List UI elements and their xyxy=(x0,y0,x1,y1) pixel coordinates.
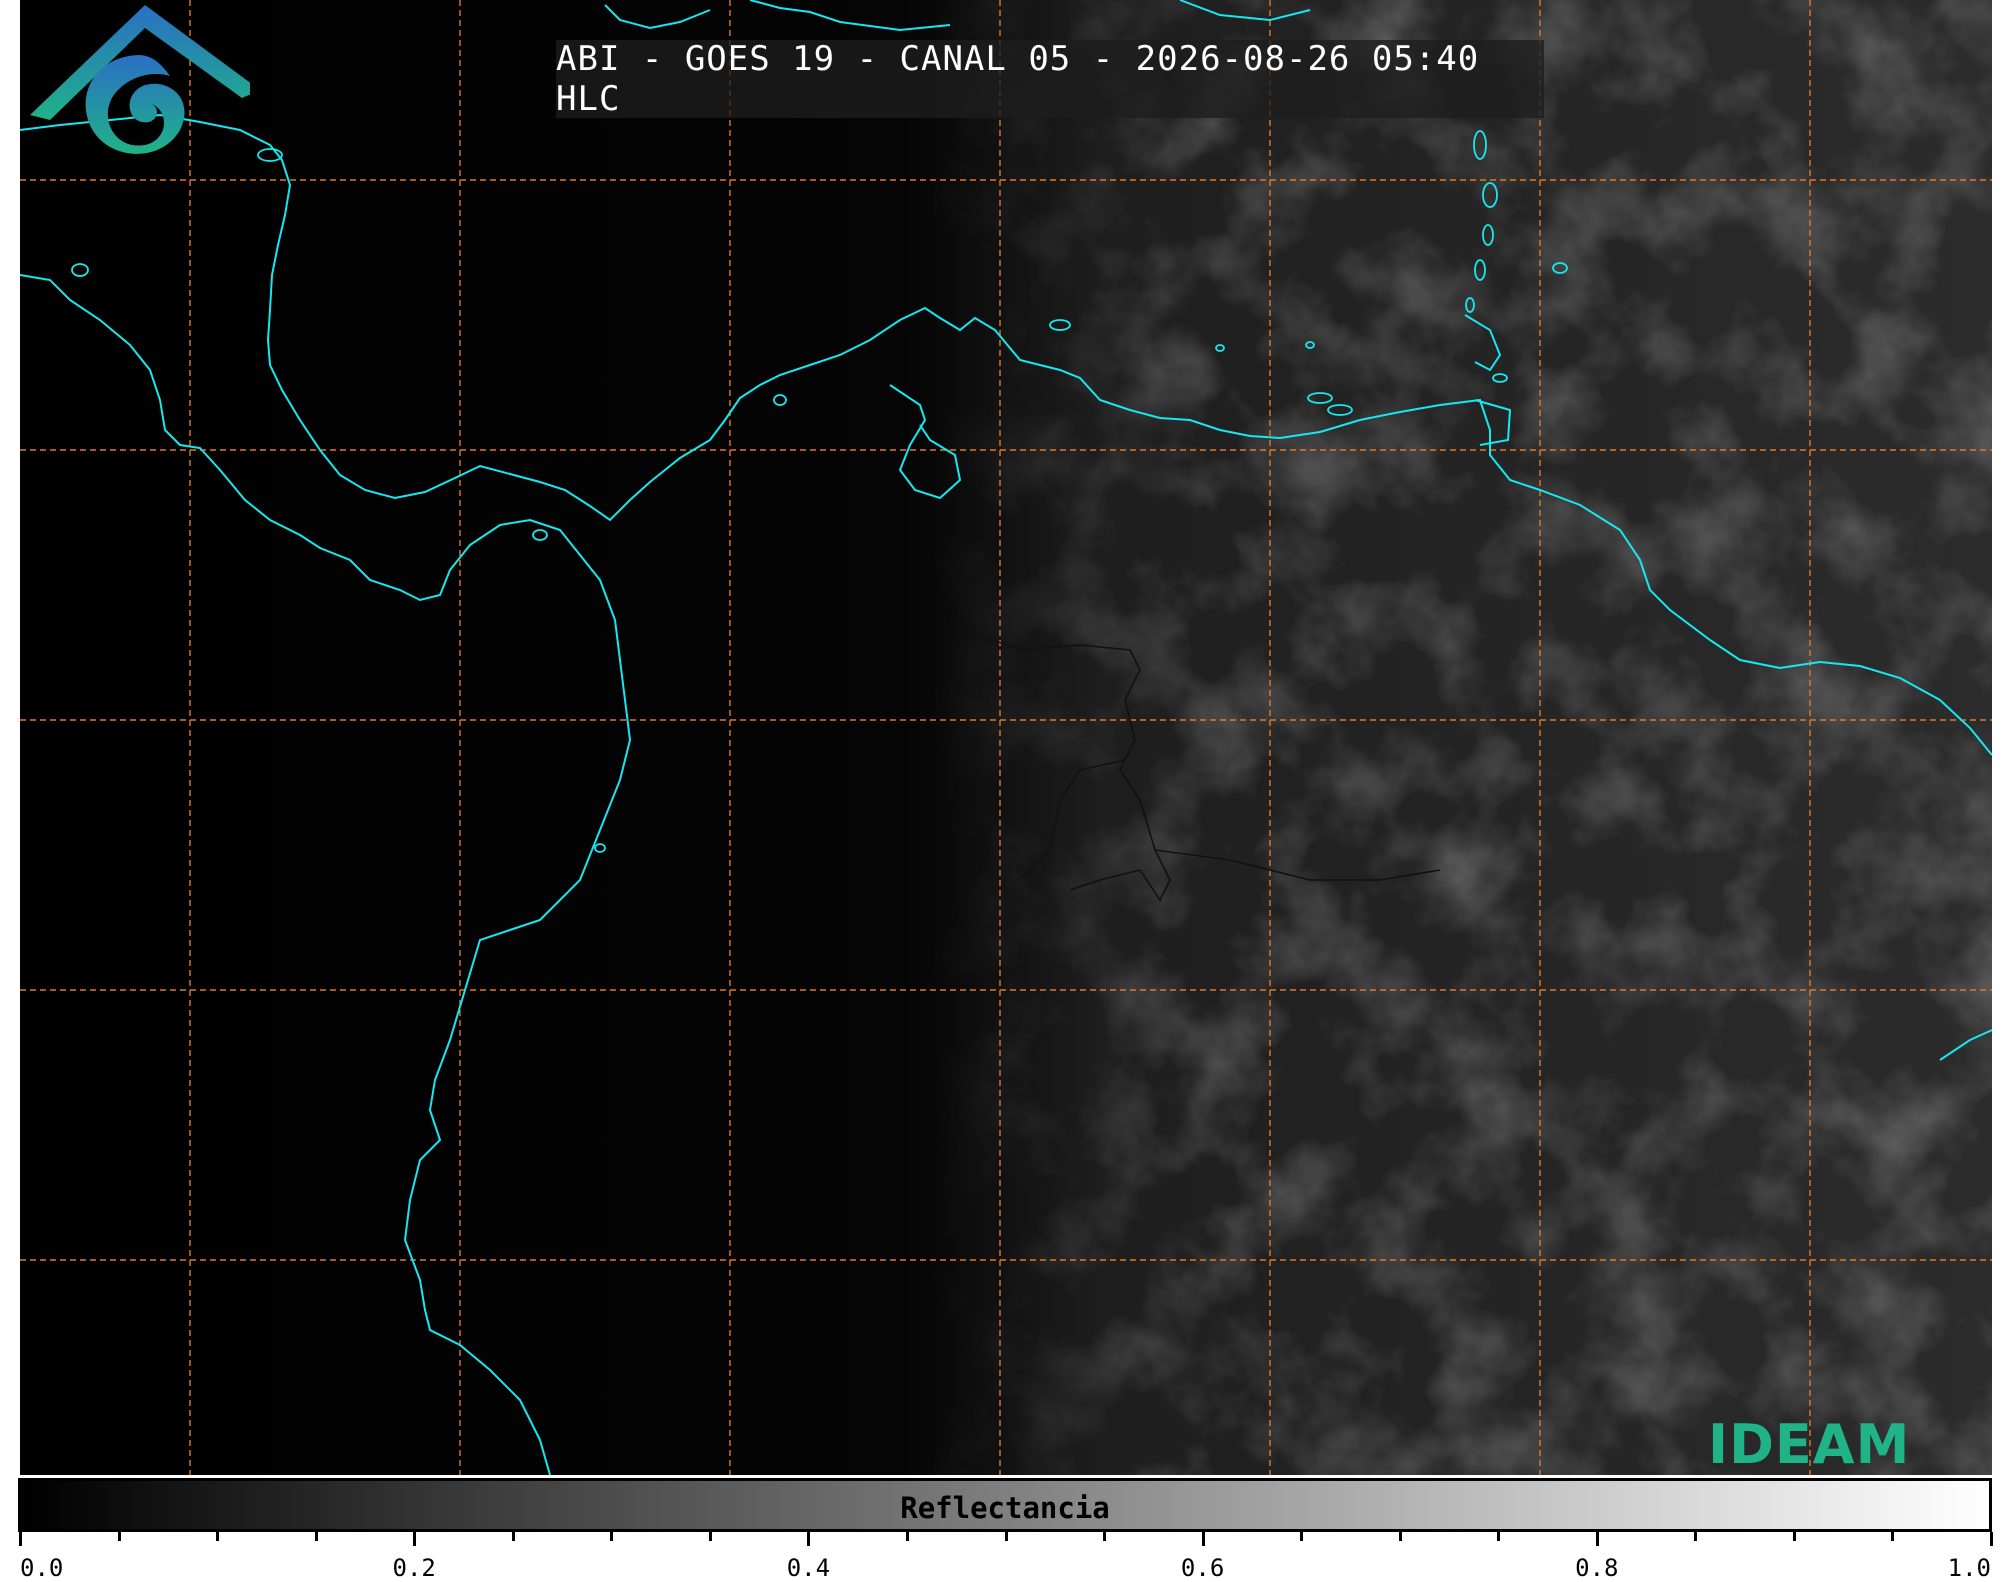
colorbar-tick xyxy=(807,1532,811,1546)
ideam-logo-text: IDEAM xyxy=(1708,1413,1911,1475)
cloud-texture xyxy=(20,0,1992,1475)
colorbar-tick xyxy=(1990,1532,1993,1546)
colorbar-tick-label: 0.4 xyxy=(786,1554,831,1582)
colorbar-tick xyxy=(610,1532,614,1541)
colorbar-tick xyxy=(511,1532,515,1541)
colorbar-tick xyxy=(1497,1532,1501,1541)
colorbar-tick-label: 0.8 xyxy=(1575,1554,1619,1582)
colorbar-tick xyxy=(1792,1532,1796,1541)
colorbar-tick xyxy=(1201,1532,1205,1546)
colorbar-tick-label: 0.0 xyxy=(20,1554,64,1582)
colorbar-tick-label: 0.2 xyxy=(392,1554,436,1582)
colorbar-tick xyxy=(708,1532,712,1541)
colorbar-tick xyxy=(1595,1532,1599,1546)
colorbar-tick xyxy=(1398,1532,1402,1541)
colorbar-tick xyxy=(1891,1532,1895,1541)
colorbar-tick-label: 0.6 xyxy=(1180,1554,1225,1582)
colorbar-tick xyxy=(216,1532,220,1541)
colorbar-label: Reflectancia xyxy=(900,1491,1110,1525)
colorbar-tick-label: 1.0 xyxy=(1947,1554,1991,1582)
colorbar-tick xyxy=(314,1532,318,1541)
colorbar-tick xyxy=(413,1532,417,1546)
colorbar-tick xyxy=(117,1532,121,1541)
colorbar-tick xyxy=(1004,1532,1008,1541)
colorbar: Reflectancia xyxy=(18,1478,1992,1532)
map-canvas xyxy=(20,0,1992,1475)
colorbar-tick xyxy=(19,1532,22,1546)
colorbar-tick xyxy=(1694,1532,1698,1541)
colorbar-tick xyxy=(1300,1532,1304,1541)
colorbar-tick xyxy=(905,1532,909,1541)
map-title: ABI - GOES 19 - CANAL 05 - 2026-08-26 05… xyxy=(556,39,1544,119)
satellite-image[interactable]: ABI - GOES 19 - CANAL 05 - 2026-08-26 05… xyxy=(20,0,1992,1475)
colorbar-tick xyxy=(1103,1532,1107,1541)
ideam-mountain-swirl-icon xyxy=(30,5,250,154)
colorbar-ticks: 0.0 0.2 0.4 0.6 0.8 1.0 xyxy=(0,1532,2011,1582)
